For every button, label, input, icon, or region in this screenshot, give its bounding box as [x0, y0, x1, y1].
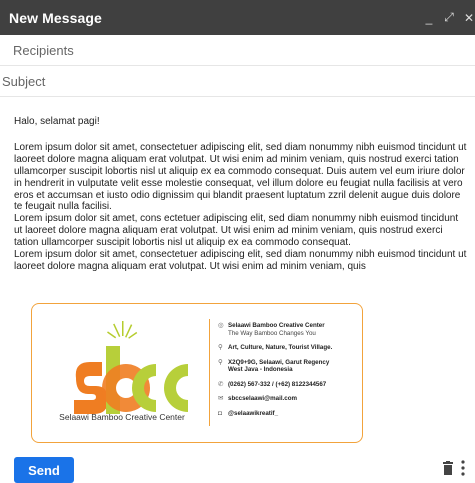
sbcc-logo	[74, 321, 188, 414]
body-paragraph-2: Lorem ipsum dolor sit amet, cons ectetue…	[14, 213, 459, 249]
phone-number: (0262) 567-332 / (+62) 8122344567	[228, 380, 327, 388]
phone-row: ✆ (0262) 567-332 / (+62) 8122344567	[218, 381, 358, 389]
globe-icon: ◎	[218, 322, 224, 329]
greeting-text: Halo, selamat pagi!	[14, 116, 100, 127]
subject-field[interactable]: Subject	[0, 66, 475, 97]
address-line-1: X2Q9+9G, Selaawi, Garut Regency	[228, 358, 330, 366]
body-paragraph: Lorem ipsum dolor sit amet, consectetuer…	[14, 141, 467, 213]
body-paragraph-3: Lorem ipsum dolor sit amet, consectetuer…	[14, 249, 467, 272]
email-row: ✉ sbccselaawi@mail.com	[218, 395, 358, 403]
email-address[interactable]: sbccselaawi@mail.com	[228, 395, 297, 403]
location-pin-icon: ⚲	[218, 358, 223, 366]
window-title: New Message	[9, 9, 102, 26]
expand-icon[interactable]: ⤢	[443, 10, 455, 25]
tags-row: ⚲ Art, Culture, Nature, Tourist Village.	[218, 344, 358, 352]
trash-icon[interactable]	[443, 461, 453, 475]
address-row: ⚲ X2Q9+9G, Selaawi, Garut Regency West J…	[218, 359, 358, 374]
compose-titlebar: New Message _ ⤢ ✕	[0, 0, 475, 35]
recipients-placeholder: Recipients	[13, 42, 74, 58]
address-line-2: West Java - Indonesia	[228, 366, 293, 373]
mail-icon: ✉	[218, 395, 224, 402]
more-options-icon[interactable]	[460, 459, 466, 477]
email-signature: Selaawi Bamboo Creative Center ◎ Selaawi…	[31, 303, 363, 443]
org-name: Selaawi Bamboo Creative Center	[228, 322, 325, 329]
contact-info: ◎ Selaawi Bamboo Creative Center The Way…	[218, 322, 358, 424]
phone-icon: ✆	[218, 380, 224, 388]
org-tags: Art, Culture, Nature, Tourist Village.	[228, 344, 333, 351]
subject-placeholder: Subject	[2, 73, 46, 89]
org-row: ◎ Selaawi Bamboo Creative Center The Way…	[218, 322, 358, 337]
recipients-field[interactable]: Recipients	[0, 35, 475, 66]
close-icon[interactable]: ✕	[463, 11, 475, 25]
window-controls: _ ⤢ ✕	[423, 0, 475, 35]
instagram-handle[interactable]: @selaawikreatif_	[228, 410, 278, 418]
org-tagline: The Way Bamboo Changes You	[228, 329, 316, 337]
minimize-icon[interactable]: _	[423, 11, 435, 25]
instagram-row: ◘ @selaawikreatif_	[218, 410, 358, 418]
search-icon: ⚲	[218, 344, 223, 351]
logo-caption: Selaawi Bamboo Creative Center	[59, 412, 185, 422]
send-button[interactable]: Send	[14, 457, 74, 483]
message-body[interactable]: Halo, selamat pagi! Lorem ipsum dolor si…	[14, 116, 469, 273]
instagram-icon: ◘	[218, 409, 222, 417]
signature-divider	[209, 319, 210, 426]
